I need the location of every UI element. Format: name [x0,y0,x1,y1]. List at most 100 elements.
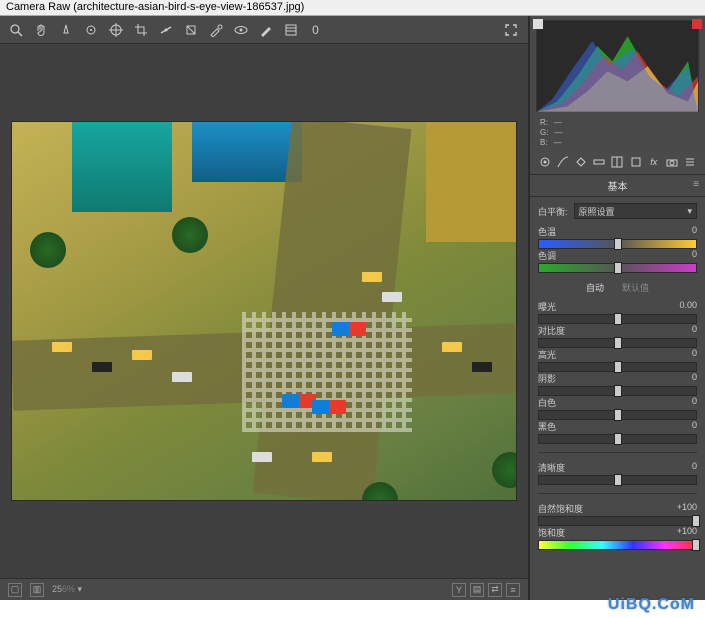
target-adjust-icon[interactable] [108,22,123,37]
camera-raw-app: 0 [0,16,705,600]
slider-label: 白色 [538,396,556,409]
slider-track[interactable] [538,314,697,324]
slider-track[interactable] [538,475,697,485]
before-after-y-icon[interactable]: Y [452,583,466,597]
slider-track[interactable] [538,434,697,444]
white-balance-row: 白平衡: 原照设置▾ [538,203,697,219]
top-toolbar: 0 [0,16,528,44]
slider-track[interactable] [538,263,697,273]
slider-sliders-top-0: 色温 0 [538,225,697,249]
slider-thumb[interactable] [614,361,622,373]
slider-label: 自然饱和度 [538,502,583,515]
slider-sliders-mid-0: 曝光0.00 [538,300,697,324]
spot-brush-icon[interactable] [208,22,223,37]
slider-value: 0 [692,249,697,262]
tab-preset-icon[interactable] [683,154,697,170]
slider-sliders-mid-2: 高光 0 [538,348,697,372]
slider-track[interactable] [538,410,697,420]
tab-camera-icon[interactable] [665,154,679,170]
slider-sliders-mid-3: 阴影0 [538,372,697,396]
slider-label: 饱和度 [538,526,565,539]
radial-filter-icon[interactable]: 0 [308,22,323,37]
single-view-icon[interactable]: ▢ [8,583,22,597]
zoom-icon[interactable] [8,22,23,37]
compare-split-icon[interactable]: ▤ [470,583,484,597]
slider-track[interactable] [538,239,697,249]
graduated-filter-icon[interactable] [283,22,298,37]
slider-thumb[interactable] [692,515,700,527]
auto-button[interactable]: 自动 [586,281,604,294]
straighten-icon[interactable] [158,22,173,37]
slider-track[interactable] [538,362,697,372]
slider-label: 色温 [538,225,556,238]
white-balance-icon[interactable] [58,22,73,37]
slider-label: 清晰度 [538,461,565,474]
tab-basic-icon[interactable] [538,154,552,170]
image-preview-area[interactable] [0,44,528,578]
slider-sliders-mid-4: 白色0 [538,396,697,420]
slider-value: 0 [692,420,697,433]
histogram[interactable] [536,20,699,112]
slider-thumb[interactable] [614,238,622,250]
slider-thumb[interactable] [614,474,622,486]
tab-detail-icon[interactable] [574,154,588,170]
slider-sliders-mid-5: 黑色 0 [538,420,697,444]
slider-label: 阴影 [538,372,556,385]
slider-track[interactable] [538,338,697,348]
white-balance-select[interactable]: 原照设置▾ [574,203,697,219]
zoom-level[interactable]: 256% ▾ [52,584,82,595]
panel-tabs: fx [530,150,705,175]
panel-menu-icon[interactable]: ≡ [693,179,699,190]
slider-track[interactable] [538,386,697,396]
crop-icon[interactable] [133,22,148,37]
slider-value: +100 [677,502,697,515]
slider-track[interactable] [538,540,697,550]
slider-value: 0 [692,324,697,337]
tab-fx-icon[interactable]: fx [647,154,661,170]
slider-thumb[interactable] [614,337,622,349]
slider-thumb[interactable] [614,409,622,421]
slider-track[interactable] [538,516,697,526]
slider-sliders-bot-0: 清晰度 0 [538,461,697,485]
slider-label: 高光 [538,348,556,361]
tab-hsl-icon[interactable] [592,154,606,170]
rgb-readout: R:— G:— B:— [530,116,705,150]
slider-thumb[interactable] [614,385,622,397]
default-button[interactable]: 默认值 [622,281,649,294]
color-sampler-icon[interactable] [83,22,98,37]
window-titlebar: Camera Raw (architecture-asian-bird-s-ey… [0,0,705,16]
compare-menu-icon[interactable]: ≡ [506,583,520,597]
preview-bottombar: ▢ ▥ 256% ▾ Y ▤ ⇄ ≡ [0,578,528,600]
preview-image [11,121,517,501]
tab-split-icon[interactable] [610,154,624,170]
slider-thumb[interactable] [692,539,700,551]
slider-sliders-top-1: 色调 0 [538,249,697,273]
slider-label: 色调 [538,249,556,262]
slider-value: 0 [692,461,697,474]
slider-sliders-mid-1: 对比度 0 [538,324,697,348]
slider-thumb[interactable] [614,262,622,274]
watermark: UiBQ.CoM [608,596,695,614]
hand-icon[interactable] [33,22,48,37]
slider-label: 曝光 [538,300,556,313]
adjustment-brush-icon[interactable] [258,22,273,37]
slider-label: 对比度 [538,324,565,337]
slider-sliders-sat-1: 饱和度 +100 [538,526,697,550]
fullscreen-icon[interactable] [503,22,518,37]
slider-thumb[interactable] [614,313,622,325]
transform-icon[interactable] [183,22,198,37]
tab-lens-icon[interactable] [629,154,643,170]
slider-value: 0 [692,348,697,361]
panel-title: 基本 ≡ [530,175,705,197]
right-panel: R:— G:— B:— fx 基本 ≡ 白平衡: 原照设置▾ [530,16,705,600]
slider-thumb[interactable] [614,433,622,445]
slider-label: 黑色 [538,420,556,433]
slider-value: +100 [677,526,697,539]
tab-curve-icon[interactable] [556,154,570,170]
split-view-icon[interactable]: ▥ [30,583,44,597]
compare-swap-icon[interactable]: ⇄ [488,583,502,597]
red-eye-icon[interactable] [233,22,248,37]
slider-value: 0 [692,225,697,238]
slider-sliders-sat-0: 自然饱和度 +100 [538,502,697,526]
left-pane: 0 [0,16,530,600]
